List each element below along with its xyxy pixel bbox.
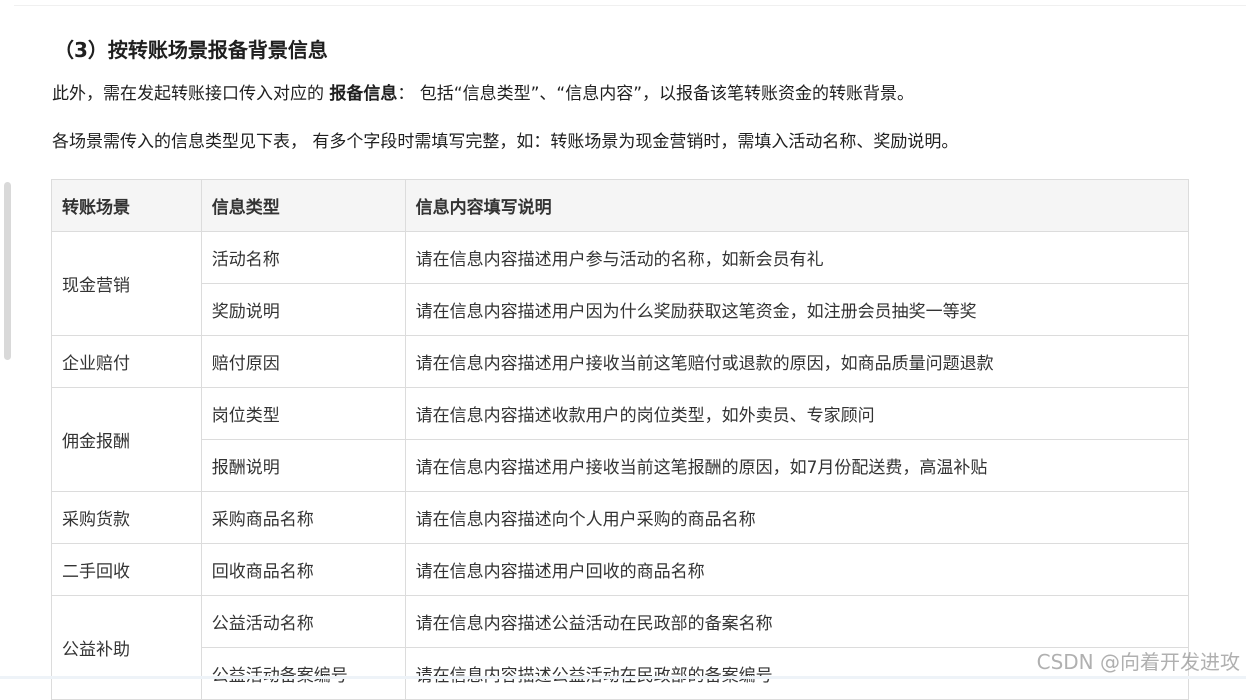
intro-paragraph: 此外，需在发起转账接口传入对应的 报备信息： 包括“信息类型”、“信息内容”，以…: [52, 79, 914, 104]
watermark: CSDN @向着开发进攻: [1036, 650, 1240, 674]
scenario-cell: 公益补助: [51, 595, 202, 700]
info-type-cell: 公益活动名称: [200, 595, 406, 648]
table-row: 佣金报酬 岗位类型 请在信息内容描述收款用户的岗位类型，如外卖员、专家顾问: [51, 387, 1190, 492]
scenario-cell: 二手回收: [51, 543, 202, 596]
scenario-cell: 企业赔付: [51, 335, 202, 388]
header-info-desc: 信息内容填写说明: [404, 179, 1190, 232]
scrollbar[interactable]: [0, 0, 14, 679]
detail-paragraph: 各场景需传入的信息类型见下表， 有多个字段时需填写完整，如：转账场景为现金营销时…: [52, 132, 959, 152]
info-type-cell: 岗位类型: [200, 387, 406, 440]
intro-text-prefix: 此外，需在发起转账接口传入对应的: [52, 84, 330, 104]
scenario-info-table: 转账场景 信息类型 信息内容填写说明 现金营销 活动名称 请在信息内容描述用户参…: [51, 179, 1190, 700]
info-type-cell: 公益活动备案编号: [200, 647, 406, 700]
scrollbar-thumb[interactable]: [4, 182, 11, 360]
info-type-cell: 采购商品名称: [200, 491, 406, 544]
info-desc-cell: 请在信息内容描述公益活动在民政部的备案名称: [404, 595, 1190, 648]
scenario-cell: 佣金报酬: [51, 387, 202, 492]
info-desc-cell: 请在信息内容描述用户接收当前这笔报酬的原因，如7月份配送费，高温补贴: [404, 439, 1190, 492]
header-scenario: 转账场景: [51, 179, 202, 232]
table-row: 奖励说明 请在信息内容描述用户因为什么奖励获取这笔资金，如注册会员抽奖一等奖: [52, 283, 1190, 336]
table-row: 采购货款 采购商品名称 请在信息内容描述向个人用户采购的商品名称: [51, 491, 1190, 544]
info-type-cell: 活动名称: [200, 231, 406, 284]
header-info-type: 信息类型: [200, 179, 406, 232]
info-desc-cell: 请在信息内容描述用户参与活动的名称，如新会员有礼: [404, 231, 1190, 284]
table-row: 公益补助 公益活动名称 请在信息内容描述公益活动在民政部的备案名称: [51, 595, 1190, 700]
table-row: 二手回收 回收商品名称 请在信息内容描述用户回收的商品名称: [51, 543, 1190, 596]
info-desc-cell: 请在信息内容描述用户回收的商品名称: [404, 543, 1190, 596]
table-header-row: 转账场景 信息类型 信息内容填写说明: [51, 179, 1190, 232]
table-row: 企业赔付 赔付原因 请在信息内容描述用户接收当前这笔赔付或退款的原因，如商品质量…: [51, 335, 1190, 388]
info-type-cell: 回收商品名称: [200, 543, 406, 596]
info-type-cell: 赔付原因: [200, 335, 406, 388]
intro-text-suffix: ： 包括“信息类型”、“信息内容”，以报备该笔转账资金的转账背景。: [397, 84, 915, 104]
scenario-cell: 采购货款: [51, 491, 202, 544]
info-type-cell: 报酬说明: [200, 439, 406, 492]
top-divider: [0, 5, 1246, 6]
info-desc-cell: 请在信息内容描述用户接收当前这笔赔付或退款的原因，如商品质量问题退款: [404, 335, 1190, 388]
info-desc-cell: 请在信息内容描述收款用户的岗位类型，如外卖员、专家顾问: [404, 387, 1190, 440]
info-desc-cell: 请在信息内容描述用户因为什么奖励获取这笔资金，如注册会员抽奖一等奖: [404, 283, 1190, 336]
table-row: 现金营销 活动名称 请在信息内容描述用户参与活动的名称，如新会员有礼: [51, 231, 1190, 336]
info-desc-cell: 请在信息内容描述向个人用户采购的商品名称: [404, 491, 1190, 544]
scenario-cell: 现金营销: [51, 231, 202, 336]
table-row: 公益活动备案编号 请在信息内容描述公益活动在民政部的备案编号: [52, 647, 1190, 700]
info-type-cell: 奖励说明: [200, 283, 406, 336]
section-heading: （3）按转账场景报备背景信息: [54, 38, 328, 62]
table-row: 报酬说明 请在信息内容描述用户接收当前这笔报酬的原因，如7月份配送费，高温补贴: [52, 439, 1190, 492]
intro-text-bold: 报备信息: [329, 84, 398, 104]
